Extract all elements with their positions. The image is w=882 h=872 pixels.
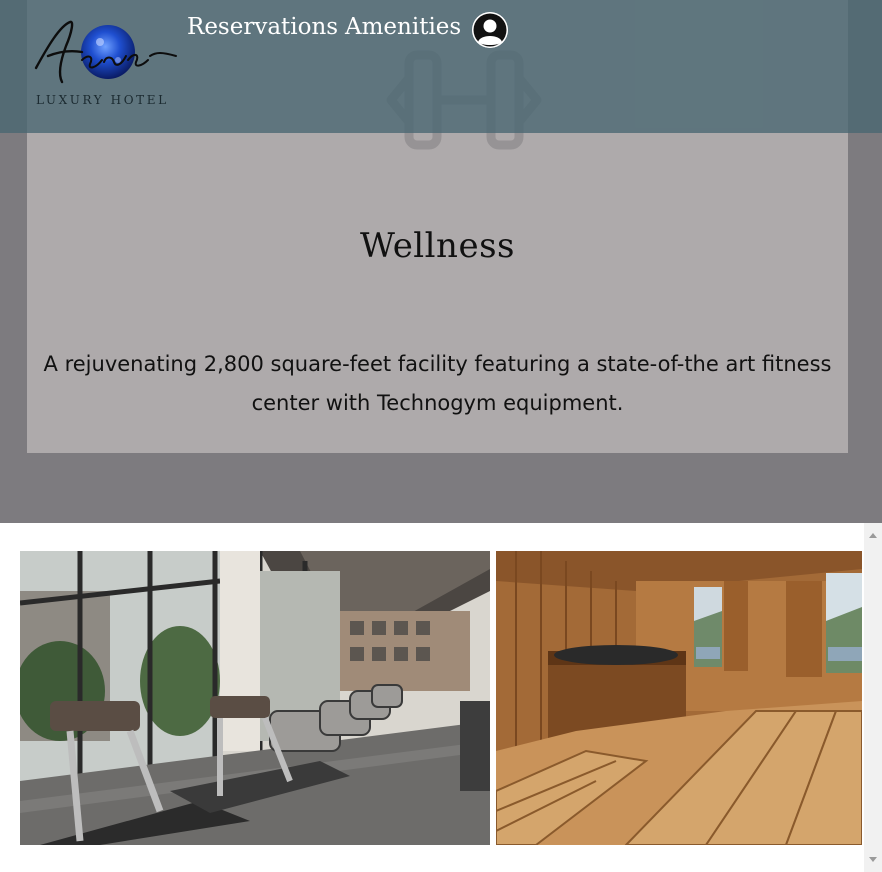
hotel-logo[interactable]: LUXURY HOTEL	[30, 16, 182, 112]
scroll-up-arrow-icon[interactable]	[864, 527, 882, 543]
nav-amenities[interactable]: Amenities	[345, 14, 461, 40]
nav-reservations[interactable]: Reservations	[187, 14, 338, 40]
logo-mark	[34, 20, 177, 84]
section-title: Wellness	[360, 226, 515, 266]
user-icon	[472, 12, 508, 48]
fitness-center-photo	[20, 551, 490, 845]
sauna-photo	[496, 551, 862, 845]
top-navbar: LUXURY HOTEL Reservations Amenities	[0, 0, 882, 133]
scroll-down-arrow-icon[interactable]	[864, 852, 882, 868]
amenity-gallery	[0, 523, 864, 872]
description-line: center with Technogym equipment.	[251, 391, 624, 415]
description-line: A rejuvenating 2,800 square-feet facilit…	[43, 352, 832, 376]
logo-subtitle: LUXURY HOTEL	[36, 93, 169, 107]
section-description: A rejuvenating 2,800 square-feet facilit…	[27, 345, 848, 423]
user-profile-button[interactable]	[472, 12, 508, 48]
vertical-scrollbar[interactable]	[864, 523, 882, 872]
